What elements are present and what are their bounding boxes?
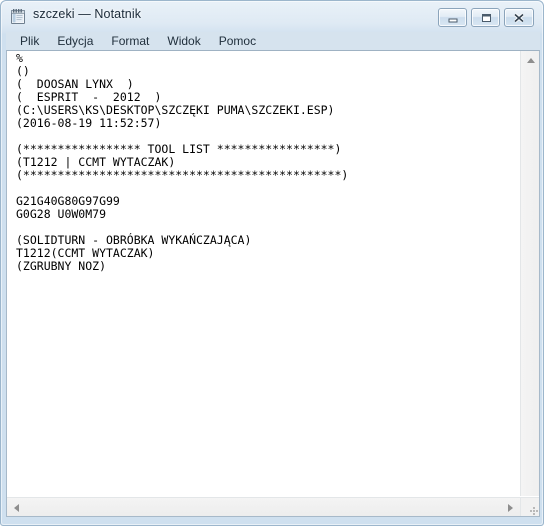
chevron-left-icon — [14, 503, 19, 512]
maximize-icon — [472, 9, 499, 26]
minimize-icon — [439, 9, 466, 26]
chevron-right-icon — [508, 503, 513, 512]
menu-item-pomoc[interactable]: Pomoc — [210, 33, 265, 50]
editor-text[interactable]: % () ( DOOSAN LYNX ) ( ESPRIT - 2012 ) (… — [16, 52, 348, 273]
resize-grip[interactable] — [520, 497, 539, 516]
menu-item-widok[interactable]: Widok — [158, 33, 209, 50]
window-title: szczeki — Notatnik — [33, 7, 142, 21]
chevron-up-icon — [526, 58, 535, 63]
minimize-button[interactable] — [438, 8, 467, 27]
menu-bar: Plik Edycja Format Widok Pomoc — [6, 32, 540, 50]
vertical-scrollbar[interactable] — [520, 51, 539, 496]
notepad-window: szczeki — Notatnik Plik Edycja Format Wi… — [0, 0, 544, 526]
horizontal-scrollbar[interactable] — [7, 497, 520, 516]
scroll-up-arrow[interactable] — [522, 52, 539, 69]
maximize-button[interactable] — [471, 8, 500, 27]
menu-item-plik[interactable]: Plik — [11, 33, 48, 50]
menu-item-edycja[interactable]: Edycja — [48, 33, 102, 50]
scroll-right-arrow[interactable] — [502, 499, 519, 516]
editor-client-area: % () ( DOOSAN LYNX ) ( ESPRIT - 2012 ) (… — [6, 50, 540, 517]
close-button[interactable] — [504, 8, 534, 27]
menu-item-format[interactable]: Format — [102, 33, 158, 50]
title-bar[interactable]: szczeki — Notatnik — [1, 1, 544, 32]
scroll-left-arrow[interactable] — [8, 499, 25, 516]
close-icon — [505, 9, 533, 26]
notepad-icon — [10, 8, 27, 25]
text-editor[interactable]: % () ( DOOSAN LYNX ) ( ESPRIT - 2012 ) (… — [7, 51, 520, 496]
